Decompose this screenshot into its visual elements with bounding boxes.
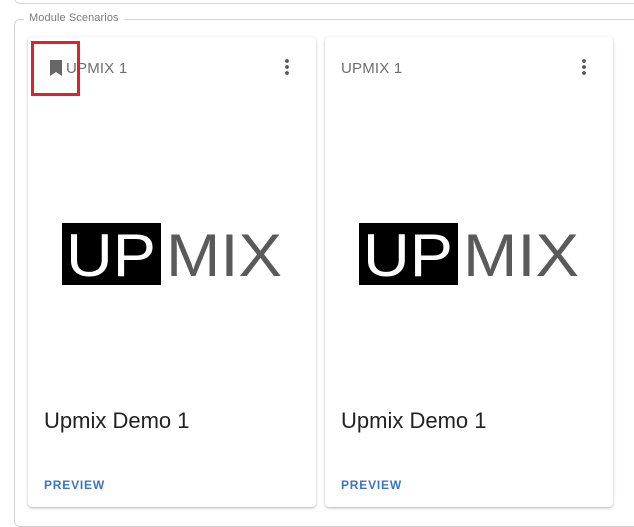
card-header: UPMIX 1 [325, 55, 613, 79]
card-tag: UPMIX 1 [341, 60, 403, 77]
preview-button[interactable]: PREVIEW [41, 478, 108, 492]
upmix-logo: UP MIX [62, 223, 282, 285]
section-legend: Module Scenarios [24, 12, 124, 24]
upmix-logo: UP MIX [359, 223, 579, 285]
scenario-card[interactable]: UPMIX 1 UP MIX Upmix Demo 1 PREVIEW [325, 37, 613, 507]
logo-text-up: UP [363, 223, 453, 285]
preview-button[interactable]: PREVIEW [338, 478, 405, 492]
logo-text-up: UP [66, 223, 156, 285]
scenario-card[interactable]: UPMIX 1 UP MIX Upmix Demo 1 PREVIEW [28, 37, 316, 507]
card-title: Upmix Demo 1 [44, 408, 190, 433]
more-vert-icon[interactable] [278, 58, 296, 76]
logo-text-mix: MIX [166, 223, 282, 285]
logo-text-mix: MIX [463, 223, 579, 285]
highlight-annotation-box [31, 41, 80, 96]
previous-panel-edge [14, 0, 634, 4]
more-vert-icon[interactable] [575, 58, 593, 76]
card-title: Upmix Demo 1 [341, 408, 487, 433]
